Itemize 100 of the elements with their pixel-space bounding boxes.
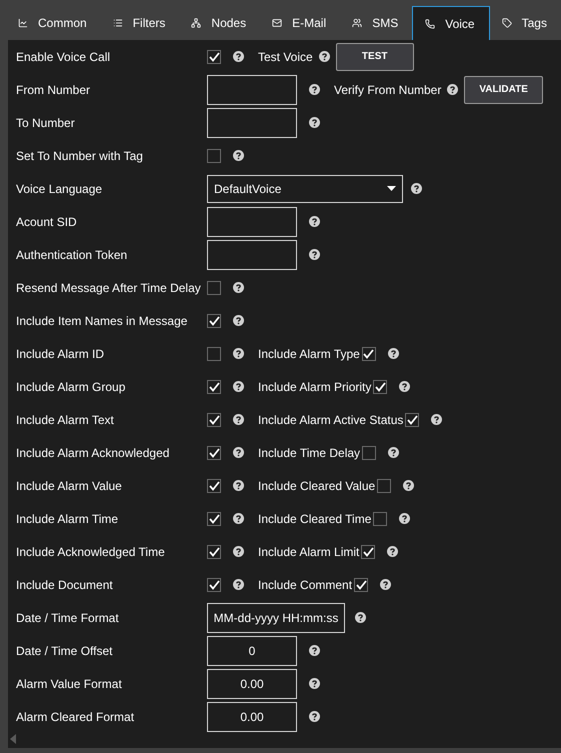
field-label: To Number <box>15 114 76 132</box>
check-icon <box>356 580 367 590</box>
checkbox[interactable] <box>207 578 221 592</box>
field-label: Include Alarm Acknowledged <box>15 444 170 462</box>
help-icon <box>309 216 320 227</box>
check-icon <box>208 382 220 392</box>
check-icon <box>208 52 220 62</box>
help-icon <box>233 150 244 161</box>
input-field[interactable] <box>207 74 297 104</box>
field-label: Set To Number with Tag <box>15 148 144 164</box>
field-label: Date / Time Format <box>15 610 120 626</box>
field-label: Include Cleared Value <box>258 478 376 494</box>
input-field[interactable] <box>207 206 297 236</box>
checkbox[interactable] <box>207 280 221 294</box>
help-icon <box>233 381 244 392</box>
help-icon <box>309 645 320 656</box>
checkbox[interactable] <box>361 544 376 558</box>
check-icon <box>208 580 220 590</box>
check-icon <box>362 546 374 556</box>
envelope-icon <box>272 18 282 28</box>
checkbox[interactable] <box>207 148 221 162</box>
input-field[interactable]: 0.00 <box>207 668 297 698</box>
checkbox[interactable] <box>362 346 376 360</box>
caret-icon <box>387 186 396 191</box>
help-icon <box>399 513 410 524</box>
input-field[interactable]: 0 <box>207 636 297 666</box>
input-field[interactable] <box>207 240 297 270</box>
checkbox[interactable] <box>405 412 420 426</box>
tag-icon <box>502 18 512 28</box>
field-label: Include Document <box>15 576 114 594</box>
input-field[interactable]: MM-dd-yyyy HH:mm:ss <box>207 602 345 632</box>
checkbox[interactable] <box>373 512 388 526</box>
check-icon <box>374 382 386 392</box>
help-icon <box>318 51 330 62</box>
checkbox[interactable] <box>207 544 221 558</box>
help-icon <box>380 579 392 590</box>
check-icon <box>363 348 374 358</box>
field-label: Voice Language <box>15 180 104 198</box>
field-label: Include Alarm Value <box>15 478 123 494</box>
tab[interactable]: Nodes <box>179 6 260 40</box>
help-icon <box>309 117 320 128</box>
help-icon <box>233 447 244 458</box>
field-label: Include Cleared Time <box>258 510 372 528</box>
field-label: Authentication Token <box>15 246 128 264</box>
tab[interactable]: Tags <box>490 6 561 40</box>
checkbox[interactable] <box>377 478 392 492</box>
checkbox[interactable] <box>207 346 221 360</box>
language-dropdown[interactable]: DefaultVoice <box>207 174 403 202</box>
checkbox[interactable] <box>207 446 221 460</box>
check-icon <box>208 514 220 524</box>
field-label: Resend Message After Time Delay <box>15 280 202 296</box>
check-icon <box>208 414 220 424</box>
help-icon <box>387 546 398 557</box>
field-label: Enable Voice Call <box>15 48 112 66</box>
action-button[interactable]: VALIDATE <box>464 76 543 104</box>
tab[interactable]: Voice <box>412 6 490 40</box>
field-label: Include Comment <box>258 576 352 594</box>
tab[interactable]: Filters <box>100 6 180 40</box>
help-icon <box>388 447 400 458</box>
checkbox[interactable] <box>354 578 368 592</box>
help-icon <box>309 711 320 722</box>
tab[interactable]: Common <box>6 6 101 40</box>
checkbox[interactable] <box>207 478 221 492</box>
field-label: Include Alarm ID <box>15 346 106 362</box>
field-label: Alarm Value Format <box>15 676 123 692</box>
help-icon <box>233 315 244 326</box>
checkbox[interactable] <box>362 446 376 460</box>
field-label: Include Time Delay <box>258 444 360 462</box>
help-icon <box>388 348 399 359</box>
field-label: Include Acknowledged Time <box>15 544 166 560</box>
input-field[interactable] <box>207 108 297 138</box>
tab[interactable]: SMS <box>340 6 412 40</box>
field-label: Include Alarm Group <box>15 378 126 396</box>
field-label: Include Alarm Limit <box>258 544 360 560</box>
help-icon <box>431 414 442 425</box>
help-icon <box>403 480 414 491</box>
help-icon <box>233 282 244 293</box>
check-icon <box>208 448 220 458</box>
checkbox[interactable] <box>207 50 221 64</box>
field-label: Verify From Number <box>334 82 442 98</box>
chart-icon <box>18 18 28 28</box>
help-icon <box>355 612 366 623</box>
checkbox[interactable] <box>207 314 221 328</box>
help-icon <box>309 84 320 95</box>
action-button[interactable]: TEST <box>336 42 414 70</box>
field-label: Alarm Cleared Format <box>15 708 136 726</box>
checkbox[interactable] <box>373 380 388 394</box>
check-icon <box>208 480 220 490</box>
checkbox[interactable] <box>207 412 221 426</box>
network-icon <box>191 18 202 28</box>
checkbox[interactable] <box>207 380 221 394</box>
help-icon <box>233 480 244 491</box>
help-icon <box>233 348 244 359</box>
input-field[interactable]: 0.00 <box>207 702 297 732</box>
tab[interactable]: E-Mail <box>260 6 340 40</box>
field-label: Include Alarm Type <box>258 346 360 362</box>
checkbox[interactable] <box>207 512 221 526</box>
check-icon <box>208 546 220 556</box>
field-label: Date / Time Offset <box>15 642 114 660</box>
scroll-left-icon <box>10 734 16 744</box>
